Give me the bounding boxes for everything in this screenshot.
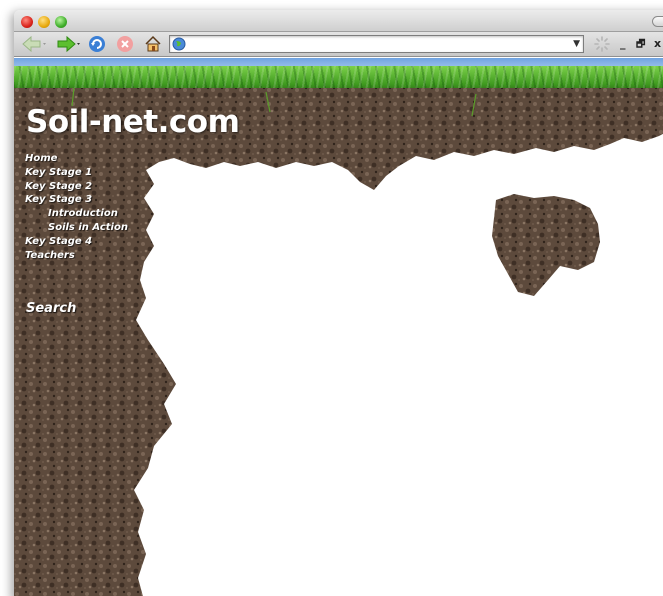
browser-window: ▼ _ 🗗 x Soil-net.com Home Key Stage 1 Ke… xyxy=(14,10,663,596)
nav-item-home[interactable]: Home xyxy=(25,152,128,166)
reload-icon xyxy=(89,36,105,52)
nav-item-key-stage-2[interactable]: Key Stage 2 xyxy=(25,180,128,194)
address-bar[interactable]: ▼ xyxy=(169,35,584,53)
nav-item-key-stage-1[interactable]: Key Stage 1 xyxy=(25,166,128,180)
site-logo-title[interactable]: Soil-net.com xyxy=(26,104,240,140)
zoom-window-button[interactable] xyxy=(55,16,67,28)
minimize-window-button[interactable] xyxy=(38,16,50,28)
restore-icon[interactable]: 🗗 xyxy=(636,37,645,54)
toolbar-toggle-button[interactable] xyxy=(652,16,663,27)
address-dropdown-icon[interactable]: ▼ xyxy=(573,39,580,49)
navigation-toolbar: ▼ _ 🗗 x xyxy=(14,32,663,57)
home-icon xyxy=(145,35,161,52)
minimize-icon[interactable]: _ xyxy=(620,37,626,50)
main-nav: Home Key Stage 1 Key Stage 2 Key Stage 3… xyxy=(25,152,128,262)
nav-item-key-stage-4[interactable]: Key Stage 4 xyxy=(25,235,128,249)
stop-button[interactable] xyxy=(115,34,135,54)
web-page: Soil-net.com Home Key Stage 1 Key Stage … xyxy=(14,58,663,596)
nav-subitem-soils-in-action[interactable]: Soils in Action xyxy=(25,221,128,235)
reload-button[interactable] xyxy=(87,34,107,54)
nav-item-key-stage-3[interactable]: Key Stage 3 xyxy=(25,193,128,207)
forward-arrow-icon xyxy=(57,35,80,53)
title-bar xyxy=(14,10,663,32)
close-icon[interactable]: x xyxy=(654,37,661,50)
home-button[interactable] xyxy=(143,34,163,54)
back-button[interactable] xyxy=(20,34,50,54)
nav-subitem-introduction[interactable]: Introduction xyxy=(25,207,128,221)
search-link[interactable]: Search xyxy=(26,301,76,316)
close-window-button[interactable] xyxy=(21,16,33,28)
forward-button[interactable] xyxy=(54,34,84,54)
loading-spinner-icon xyxy=(594,36,610,52)
globe-icon xyxy=(172,37,186,51)
stop-icon xyxy=(117,36,133,52)
nav-item-teachers[interactable]: Teachers xyxy=(25,249,128,263)
back-arrow-icon xyxy=(22,35,46,53)
